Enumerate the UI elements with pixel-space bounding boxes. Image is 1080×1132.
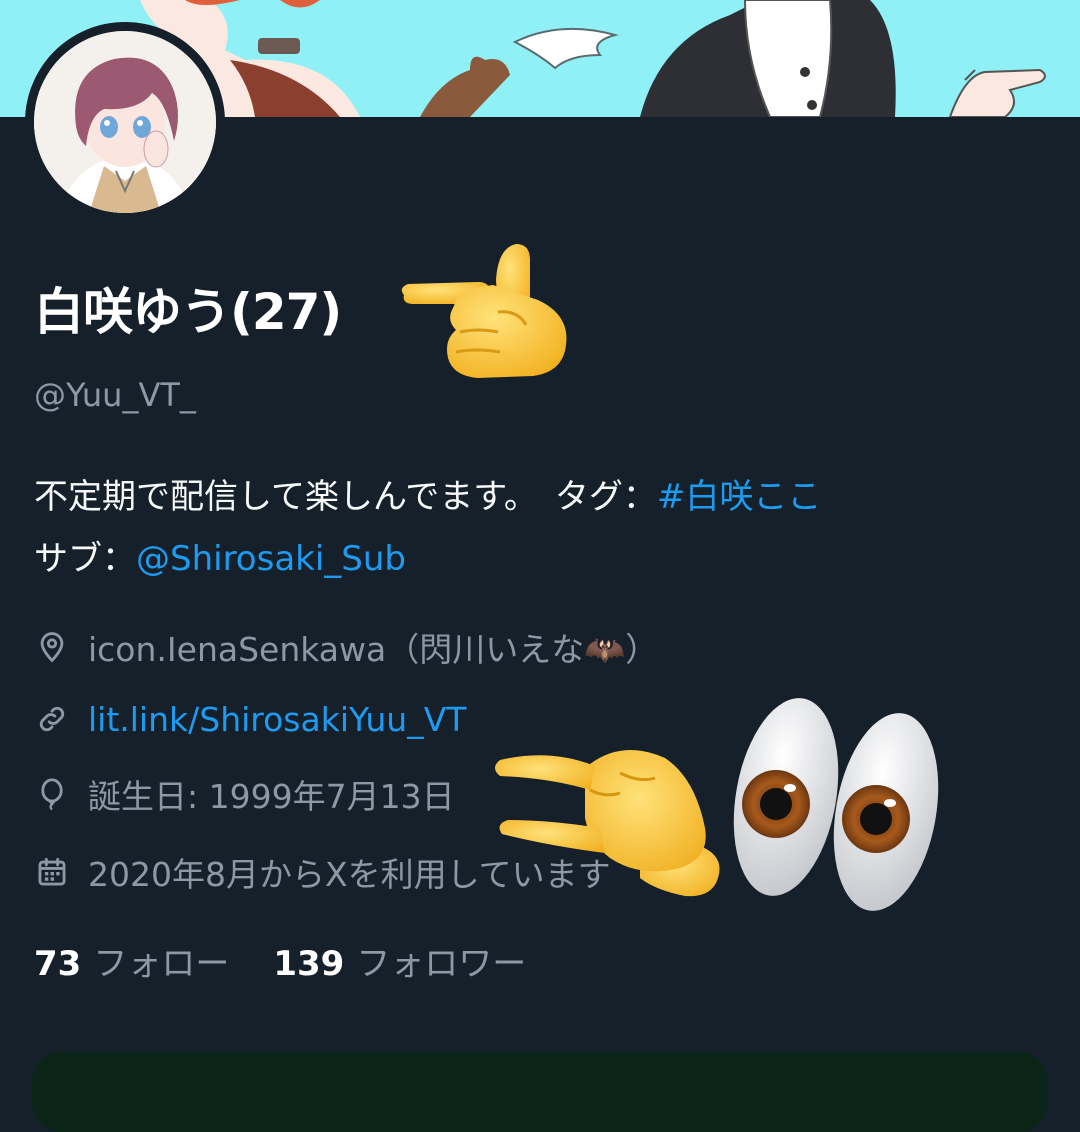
hashtag-link[interactable]: #白咲ここ [657, 477, 822, 517]
following-link[interactable]: 73 フォロー [34, 936, 229, 985]
location-text: icon.IenaSenkawa（閃川いえな🦇） [88, 630, 659, 669]
follow-stats: 73 フォロー 139 フォロワー [34, 936, 526, 985]
profile-website: lit.link/ShirosakiYuu_VT [34, 694, 466, 744]
birthday-text: 誕生日: 1999年7月13日 [88, 777, 455, 816]
bio-text: サブ： [34, 539, 136, 579]
followers-label: フォロワー [356, 944, 527, 984]
username-handle: @Yuu_VT_ [34, 376, 196, 414]
followers-count: 139 [273, 944, 345, 984]
following-count: 73 [34, 944, 82, 984]
bio-text: 不定期で配信して楽しんでます。 タグ： [34, 477, 657, 517]
calendar-icon [34, 854, 70, 890]
profile-bio: 不定期で配信して楽しんでます。 タグ：#白咲ここ サブ：@Shirosaki_S… [34, 466, 1054, 590]
balloon-icon [34, 776, 70, 812]
bio-line-1: 不定期で配信して楽しんでます。 タグ：#白咲ここ [34, 466, 1054, 528]
link-icon [34, 701, 70, 737]
bio-line-2: サブ：@Shirosaki_Sub [34, 528, 1054, 590]
following-label: フォロー [93, 944, 230, 984]
followers-link[interactable]: 139 フォロワー [273, 936, 526, 985]
pointing-hand-emoji [401, 244, 567, 378]
eyes-emoji [733, 698, 939, 911]
joined-text: 2020年8月からXを利用しています [88, 855, 611, 894]
website-link[interactable]: lit.link/ShirosakiYuu_VT [88, 700, 466, 739]
profile-location: icon.IenaSenkawa（閃川いえな🦇） [34, 622, 658, 672]
profile-birthday: 誕生日: 1999年7月13日 [34, 769, 455, 819]
bottom-action-button[interactable] [32, 1052, 1048, 1132]
profile-avatar[interactable] [25, 22, 225, 222]
profile-joined-date: 2020年8月からXを利用しています [34, 847, 611, 897]
mention-link[interactable]: @Shirosaki_Sub [136, 539, 406, 579]
avatar-image [34, 31, 216, 213]
display-name: 白咲ゆう(27) [34, 283, 342, 341]
map-pin-icon [34, 629, 70, 665]
